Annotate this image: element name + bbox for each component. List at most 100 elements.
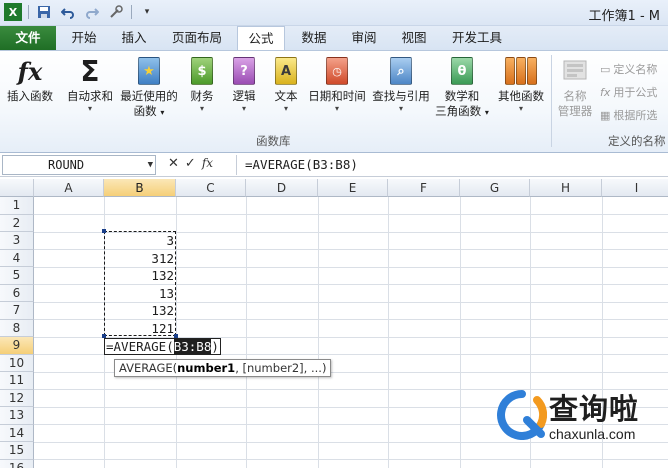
redo-icon[interactable] bbox=[83, 3, 101, 21]
select-all-corner[interactable] bbox=[0, 179, 34, 197]
row-header-1[interactable]: 1 bbox=[0, 197, 34, 215]
grid-small-icon: ▦ bbox=[600, 108, 611, 122]
name-manager-button[interactable]: 名称 管理器 bbox=[555, 55, 595, 119]
fx-small-icon: fx bbox=[600, 85, 611, 99]
more-functions-button[interactable]: 其他函数 ▾ bbox=[494, 55, 548, 114]
tab-formulas[interactable]: 公式 bbox=[237, 26, 285, 51]
chevron-down-icon: ▾ bbox=[241, 104, 246, 113]
name-box[interactable]: ROUND ▼ bbox=[2, 155, 156, 175]
autosum-button[interactable]: Σ 自动求和 ▾ bbox=[64, 55, 116, 114]
tab-insert[interactable]: 插入 bbox=[112, 26, 156, 50]
text-button[interactable]: A 文本 ▾ bbox=[268, 55, 304, 114]
cancel-icon[interactable]: ✕ bbox=[168, 156, 179, 171]
sigma-icon: Σ bbox=[80, 54, 100, 88]
use-in-formula-button[interactable]: fx 用于公式 bbox=[600, 84, 657, 100]
column-header-e[interactable]: E bbox=[318, 179, 388, 197]
column-header-i[interactable]: I bbox=[602, 179, 668, 197]
tab-view[interactable]: 视图 bbox=[392, 26, 436, 50]
row-header-14[interactable]: 14 bbox=[0, 424, 34, 442]
row-header-15[interactable]: 15 bbox=[0, 442, 34, 460]
lookup-button[interactable]: ⌕ 查找与引用 ▾ bbox=[370, 55, 432, 114]
chevron-down-icon: ▾ bbox=[398, 104, 403, 113]
row-header-11[interactable]: 11 bbox=[0, 372, 34, 390]
define-name-icon: ▭ bbox=[600, 62, 611, 76]
financial-label: 财务 bbox=[190, 89, 214, 103]
row-header-8[interactable]: 8 bbox=[0, 319, 34, 337]
chevron-down-icon: ▾ bbox=[518, 104, 523, 113]
row-header-6[interactable]: 6 bbox=[0, 284, 34, 302]
text-label: 文本 bbox=[274, 89, 298, 103]
cell-b9-editor[interactable]: =AVERAGE(B3:B8) bbox=[104, 338, 221, 355]
row-header-16[interactable]: 16 bbox=[0, 459, 34, 468]
defined-names-group-label: 定义的名称 bbox=[608, 134, 666, 148]
name-manager-label-1: 名称 bbox=[563, 89, 587, 103]
row-header-3[interactable]: 3 bbox=[0, 232, 34, 250]
chevron-down-icon: ▾ bbox=[283, 104, 288, 113]
title-bar: X ▾ 工作簿1 - M bbox=[0, 0, 668, 26]
range-marquee bbox=[104, 231, 176, 336]
autosum-label: 自动求和 bbox=[67, 89, 113, 103]
math-label-1: 数学和 bbox=[444, 89, 480, 103]
row-header-12[interactable]: 12 bbox=[0, 389, 34, 407]
quick-access-toolbar: X ▾ bbox=[4, 3, 156, 21]
row-header-5[interactable]: 5 bbox=[0, 267, 34, 285]
column-header-h[interactable]: H bbox=[530, 179, 602, 197]
row-header-7[interactable]: 7 bbox=[0, 302, 34, 320]
recent-book-icon: ★ bbox=[133, 55, 165, 87]
logical-book-icon: ? bbox=[228, 55, 260, 87]
datetime-book-icon: ◷ bbox=[321, 55, 353, 87]
column-header-b[interactable]: B bbox=[104, 179, 176, 197]
text-book-icon: A bbox=[270, 55, 302, 87]
column-header-c[interactable]: C bbox=[176, 179, 246, 197]
create-from-selection-button[interactable]: ▦ 根据所选 bbox=[600, 107, 657, 123]
save-icon[interactable] bbox=[35, 3, 53, 21]
tab-file[interactable]: 文件 bbox=[0, 26, 56, 50]
tab-data[interactable]: 数据 bbox=[292, 26, 336, 50]
divider bbox=[551, 55, 552, 147]
formula-suffix: ) bbox=[211, 339, 219, 354]
logical-label: 逻辑 bbox=[232, 89, 256, 103]
formula-prefix: =AVERAGE( bbox=[106, 339, 174, 354]
row-header-2[interactable]: 2 bbox=[0, 214, 34, 232]
function-library-group-label: 函数库 bbox=[256, 134, 291, 148]
column-header-d[interactable]: D bbox=[246, 179, 318, 197]
row-header-4[interactable]: 4 bbox=[0, 249, 34, 267]
row-header-13[interactable]: 13 bbox=[0, 407, 34, 425]
range-handle[interactable] bbox=[102, 229, 106, 233]
formula-bar: ROUND ▼ ✕ ✓ fx =AVERAGE(B3:B8) bbox=[0, 153, 668, 177]
tooltip-arg-current: number1 bbox=[177, 361, 236, 375]
define-name-button[interactable]: ▭ 定义名称 bbox=[600, 61, 657, 77]
logical-button[interactable]: ? 逻辑 ▾ bbox=[226, 55, 262, 114]
tab-page-layout[interactable]: 页面布局 bbox=[164, 26, 230, 50]
insert-function-button[interactable]: fx 插入函数 bbox=[4, 55, 56, 104]
math-book-icon: θ bbox=[446, 55, 478, 87]
row-header-9[interactable]: 9 bbox=[0, 337, 34, 355]
formula-input[interactable]: =AVERAGE(B3:B8) bbox=[236, 155, 668, 175]
fx-icon[interactable]: fx bbox=[202, 156, 213, 171]
column-header-f[interactable]: F bbox=[388, 179, 460, 197]
undo-icon[interactable] bbox=[59, 3, 77, 21]
math-button[interactable]: θ 数学和 三角函数 ▾ bbox=[434, 55, 490, 120]
column-header-a[interactable]: A bbox=[34, 179, 104, 197]
column-header-g[interactable]: G bbox=[460, 179, 530, 197]
row-header-10[interactable]: 10 bbox=[0, 354, 34, 372]
fx-icon: fx bbox=[17, 56, 43, 86]
insert-function-label: 插入函数 bbox=[7, 89, 53, 103]
lookup-label: 查找与引用 bbox=[372, 89, 430, 103]
financial-button[interactable]: $ 财务 ▾ bbox=[184, 55, 220, 114]
customize-icon[interactable] bbox=[107, 3, 125, 21]
tab-review[interactable]: 审阅 bbox=[342, 26, 386, 50]
enter-icon[interactable]: ✓ bbox=[185, 156, 196, 171]
chevron-down-icon[interactable]: ▼ bbox=[148, 156, 153, 174]
datetime-label: 日期和时间 bbox=[308, 89, 366, 103]
recent-functions-button[interactable]: ★ 最近使用的 函数 ▾ bbox=[118, 55, 180, 120]
qat-dropdown-icon[interactable]: ▾ bbox=[138, 3, 156, 21]
watermark: 查询啦 chaxunla.com bbox=[497, 386, 667, 446]
tab-home[interactable]: 开始 bbox=[62, 26, 106, 50]
tab-developer[interactable]: 开发工具 bbox=[444, 26, 510, 50]
datetime-button[interactable]: ◷ 日期和时间 ▾ bbox=[306, 55, 368, 114]
function-tooltip[interactable]: AVERAGE(number1, [number2], ...) bbox=[114, 359, 332, 377]
divider bbox=[28, 5, 29, 19]
math-label-2: 三角函数 ▾ bbox=[435, 104, 489, 118]
watermark-brand: 查询啦 bbox=[549, 392, 640, 426]
